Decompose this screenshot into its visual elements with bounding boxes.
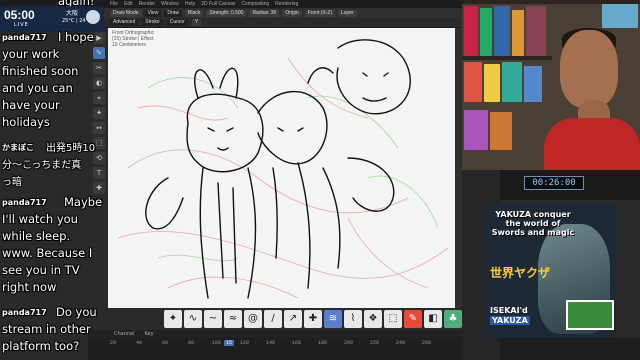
stroke-select[interactable]: Stroke bbox=[142, 19, 163, 26]
brush-red-icon[interactable]: ✎ bbox=[404, 310, 422, 328]
color-select[interactable]: Black bbox=[185, 9, 204, 17]
chat-text: I hope bbox=[58, 30, 94, 44]
chat-username: panda717 bbox=[2, 33, 47, 42]
live-label: LIVE bbox=[14, 22, 29, 28]
current-frame[interactable]: 15 bbox=[224, 340, 235, 346]
viewport-info: Front Orthographic (15) Stroke | Effect … bbox=[112, 30, 154, 48]
cover-kanji: 世界ヤクザ bbox=[490, 266, 551, 280]
chat-text: platform too? bbox=[2, 339, 80, 353]
chat-text: Do you bbox=[56, 305, 97, 319]
blender-properties-bottom bbox=[500, 338, 640, 360]
timeline-tick: 240 bbox=[396, 340, 406, 346]
channel-menu[interactable]: Channel bbox=[114, 331, 135, 337]
chat-username: かまぼこ bbox=[2, 143, 34, 152]
timeline-tick: 260 bbox=[422, 340, 432, 346]
chat-text: holidays bbox=[2, 115, 50, 129]
brush-soft-icon[interactable]: ~ bbox=[204, 310, 222, 328]
workspace-tab-rendering[interactable]: Rendering bbox=[275, 1, 298, 7]
chat-text: っ暗 bbox=[2, 177, 22, 188]
timeline-tick: 180 bbox=[318, 340, 328, 346]
chat-username: panda717 bbox=[2, 308, 47, 317]
timeline-tick: 200 bbox=[344, 340, 354, 346]
timeline[interactable]: 20 40 60 80 100 15 120 140 160 180 200 2… bbox=[88, 338, 462, 360]
brush-box-icon[interactable]: ⬚ bbox=[384, 310, 402, 328]
cover-isekai: ISEKAI'd bbox=[490, 306, 528, 315]
chat-text: see you in TV bbox=[2, 263, 80, 277]
cover-title: YAKUZA conquer the world of Swords and m… bbox=[491, 210, 575, 237]
origin-select[interactable]: Origin bbox=[282, 9, 302, 17]
timeline-tick: 160 bbox=[292, 340, 302, 346]
drawing-viewport[interactable]: Front Orthographic (15) Stroke | Effect … bbox=[108, 28, 462, 308]
chat-text: 分～こっちまだ真 bbox=[2, 160, 82, 171]
chat-text: have your bbox=[2, 98, 60, 112]
chat-text: Maybe bbox=[64, 195, 103, 209]
timeline-tick: 80 bbox=[188, 340, 195, 346]
viewport-scale: 10 Centimeters bbox=[112, 42, 146, 48]
axis-field[interactable]: Y bbox=[191, 19, 202, 26]
strength-field[interactable]: Strength: 0.500 bbox=[206, 9, 247, 17]
stream-timer: 00:26:00 bbox=[524, 176, 584, 190]
mode-select[interactable]: Draw Mode bbox=[110, 9, 142, 17]
layer-select[interactable]: Layer bbox=[338, 9, 357, 17]
menu-window[interactable]: Window bbox=[161, 1, 179, 7]
timeline-tick: 120 bbox=[240, 340, 250, 346]
radius-field[interactable]: Radius: 30 bbox=[249, 9, 280, 17]
stream-screen: File Edit Render Window Help 2D Full Can… bbox=[0, 0, 640, 360]
streamer-face bbox=[560, 30, 618, 108]
timeline-tick: 60 bbox=[162, 340, 169, 346]
clock-widget: 05:00 LIVE 大阪 25°C | 24°C bbox=[0, 6, 104, 32]
view-menu[interactable]: View bbox=[144, 9, 162, 17]
brush-tree-icon[interactable]: ♣ bbox=[444, 310, 462, 328]
brush-pen-icon[interactable]: ∕ bbox=[264, 310, 282, 328]
cover-yakuza: YAKUZA bbox=[490, 316, 530, 325]
brush-star-icon[interactable]: ✦ bbox=[164, 310, 182, 328]
view-axis-select[interactable]: Front (X-Z) bbox=[304, 9, 336, 17]
brush-fill-icon[interactable]: ❖ bbox=[364, 310, 382, 328]
logo-badge-icon bbox=[566, 300, 614, 330]
chat-text: and you can bbox=[2, 81, 73, 95]
chat-text: while sleep. bbox=[2, 229, 71, 243]
brush-plus-icon[interactable]: ✚ bbox=[304, 310, 322, 328]
menu-render[interactable]: Render bbox=[139, 1, 155, 7]
dopesheet-header: Channel Key bbox=[88, 330, 462, 338]
brush-at-icon[interactable]: @ bbox=[244, 310, 262, 328]
chat-text: your work bbox=[2, 47, 60, 61]
timeline-tick: 40 bbox=[136, 340, 143, 346]
chat-text: finished soon bbox=[2, 64, 79, 78]
cloud-icon bbox=[86, 10, 100, 24]
draw-menu[interactable]: Draw bbox=[164, 9, 182, 17]
clock-time: 05:00 bbox=[4, 8, 35, 22]
webcam-feed bbox=[462, 0, 640, 170]
timeline-tick: 220 bbox=[370, 340, 380, 346]
menu-help[interactable]: Help bbox=[185, 1, 195, 7]
brush-ink-icon[interactable]: ≈ bbox=[224, 310, 242, 328]
brush-line-icon[interactable]: ⌇ bbox=[344, 310, 362, 328]
chat-overlay: again! 05:00 LIVE 大阪 25°C | 24°C panda71… bbox=[0, 0, 112, 360]
chat-text: 出発5時10 bbox=[46, 143, 96, 154]
chat-username: panda717 bbox=[2, 198, 47, 207]
chat-text: www. Because I bbox=[2, 246, 93, 260]
brush-marker-icon[interactable]: ↗ bbox=[284, 310, 302, 328]
chat-text: stream in other bbox=[2, 322, 91, 336]
workspace-tab-compositing[interactable]: Compositing bbox=[241, 1, 269, 7]
sketch-drawing bbox=[117, 39, 449, 299]
chat-text: right now bbox=[2, 280, 57, 294]
brush-pencil-active-icon[interactable]: ≋ bbox=[324, 310, 342, 328]
key-menu[interactable]: Key bbox=[145, 331, 154, 337]
brush-palette: ✦ ∿ ~ ≈ @ ∕ ↗ ✚ ≋ ⌇ ❖ ⬚ ✎ ◧ ♣ bbox=[88, 308, 462, 330]
chat-text: I'll watch you bbox=[2, 212, 78, 226]
timeline-tick: 100 bbox=[212, 340, 222, 346]
menu-edit[interactable]: Edit bbox=[124, 1, 133, 7]
brush-half-icon[interactable]: ◧ bbox=[424, 310, 442, 328]
workspace-tab-2d[interactable]: 2D Full Canvas bbox=[201, 1, 235, 7]
brush-wave-icon[interactable]: ∿ bbox=[184, 310, 202, 328]
clock-city: 大阪 bbox=[66, 10, 79, 17]
advanced-toggle[interactable]: Advanced bbox=[110, 19, 139, 26]
timeline-tick: 140 bbox=[266, 340, 276, 346]
cursor-select[interactable]: Cursor bbox=[166, 19, 188, 26]
